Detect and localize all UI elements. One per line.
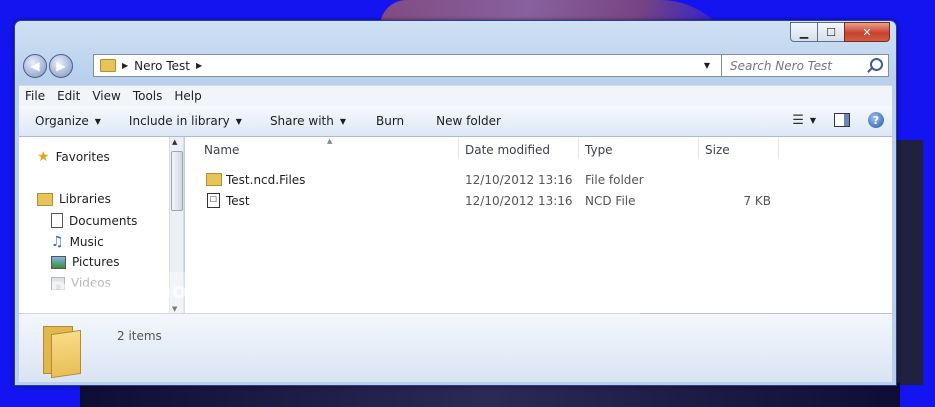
burn-label: Burn	[376, 114, 405, 128]
column-header-type[interactable]: Type	[585, 143, 613, 157]
libraries-icon	[37, 192, 53, 206]
breadcrumb-nero-test[interactable]: Nero Test	[134, 59, 190, 73]
change-view-icon[interactable]: ☰	[792, 113, 804, 128]
watermark-text: Protect more of your memories for less!	[50, 279, 549, 304]
folder-icon	[206, 173, 222, 186]
file-type: NCD File	[585, 194, 636, 208]
folder-icon	[100, 59, 116, 72]
menu-help[interactable]: Help	[168, 89, 207, 103]
nav-label: Pictures	[72, 255, 120, 269]
folder-icon	[43, 322, 87, 379]
column-divider[interactable]	[458, 137, 459, 159]
chevron-down-icon: ▼	[94, 116, 101, 126]
chevron-down-icon: ▼	[339, 116, 346, 126]
pictures-icon	[51, 255, 66, 269]
music-icon: ♫	[51, 234, 64, 250]
share-label: Share with	[269, 114, 334, 128]
file-date: 12/10/2012 13:16	[465, 194, 573, 208]
help-icon[interactable]: ?	[868, 112, 884, 128]
address-dropdown-icon[interactable]: ▼	[704, 61, 710, 70]
nav-item-favorites[interactable]: ★ Favorites	[37, 149, 110, 165]
nav-label: Documents	[69, 213, 138, 228]
share-with-button[interactable]: Share with ▼	[252, 114, 356, 128]
wallpaper-bottom	[80, 383, 900, 407]
search-icon[interactable]	[870, 58, 883, 71]
menu-edit[interactable]: Edit	[51, 89, 86, 103]
command-bar: Organize ▼ Include in library ▼ Share wi…	[19, 106, 892, 137]
breadcrumb-separator-icon[interactable]: ▶	[122, 61, 128, 70]
file-date: 12/10/2012 13:16	[465, 173, 573, 187]
file-name: Test.ncd.Files	[226, 173, 306, 187]
caption-buttons: ▁ ☐ ✕	[790, 22, 890, 42]
wallpaper-edge	[893, 140, 923, 385]
column-header-date[interactable]: Date modified	[465, 143, 550, 157]
address-bar[interactable]: ▶ Nero Test ▶ ▼	[93, 54, 717, 77]
details-pane: 2 items	[19, 313, 892, 382]
menu-view[interactable]: View	[86, 89, 126, 103]
navigation-row: ◀ ▶ ▶ Nero Test ▶ ▼ ⇅	[21, 53, 890, 79]
burn-button[interactable]: Burn	[356, 114, 414, 128]
nav-item-libraries[interactable]: Libraries	[37, 192, 111, 206]
file-size: 7 KB	[743, 194, 771, 208]
close-button[interactable]: ✕	[844, 22, 890, 42]
file-row[interactable]: ☐ Test 12/10/2012 13:16 NCD File 7 KB	[185, 191, 785, 211]
scroll-up-icon[interactable]: ▲	[172, 138, 177, 146]
search-box[interactable]	[721, 54, 889, 77]
nav-label: Music	[69, 235, 104, 249]
preview-pane-icon[interactable]	[834, 113, 850, 127]
view-controls: ☰ ▼ ?	[792, 112, 884, 128]
file-type: File folder	[585, 173, 644, 187]
breadcrumb-separator-icon[interactable]: ▶	[196, 61, 202, 70]
nav-label: Favorites	[55, 150, 110, 164]
include-label: Include in library	[128, 114, 230, 128]
documents-icon	[51, 213, 63, 228]
new-folder-button[interactable]: New folder	[414, 114, 511, 128]
chevron-down-icon: ▼	[235, 116, 242, 126]
ncd-file-icon: ☐	[207, 193, 220, 208]
explorer-window: ▁ ☐ ✕ ◀ ▶ ▶ Nero Test ▶ ▼ ⇅ File Edit Vi…	[14, 20, 897, 386]
sort-arrow-icon: ▲	[327, 137, 333, 145]
organize-button[interactable]: Organize ▼	[19, 114, 111, 128]
column-divider[interactable]	[778, 137, 779, 159]
column-divider[interactable]	[578, 137, 579, 159]
nav-label: Libraries	[59, 192, 111, 206]
star-icon: ★	[37, 149, 50, 165]
scrollbar-thumb[interactable]	[171, 151, 183, 211]
maximize-button[interactable]: ☐	[817, 22, 845, 42]
new-folder-label: New folder	[436, 114, 501, 128]
column-header-name[interactable]: Name	[204, 143, 239, 157]
nav-item-pictures[interactable]: Pictures	[51, 255, 120, 269]
file-row[interactable]: Test.ncd.Files 12/10/2012 13:16 File fol…	[185, 170, 785, 190]
chevron-down-icon[interactable]: ▼	[810, 116, 816, 125]
menu-tools[interactable]: Tools	[127, 89, 169, 103]
search-input[interactable]	[728, 57, 872, 74]
column-divider[interactable]	[698, 137, 699, 159]
forward-button[interactable]: ▶	[49, 54, 73, 78]
include-in-library-button[interactable]: Include in library ▼	[111, 114, 252, 128]
item-count: 2 items	[117, 329, 162, 343]
watermark-banner: Protect more of your memories for less!	[20, 272, 640, 314]
organize-label: Organize	[35, 114, 89, 128]
column-header-size[interactable]: Size	[705, 143, 730, 157]
nav-item-documents[interactable]: Documents	[51, 213, 137, 228]
nav-item-music[interactable]: ♫ Music	[51, 234, 104, 250]
file-name: Test	[226, 194, 250, 208]
menu-bar: File Edit View Tools Help	[19, 85, 892, 106]
minimize-button[interactable]: ▁	[790, 22, 818, 42]
back-button[interactable]: ◀	[23, 54, 47, 78]
menu-file[interactable]: File	[19, 89, 51, 103]
